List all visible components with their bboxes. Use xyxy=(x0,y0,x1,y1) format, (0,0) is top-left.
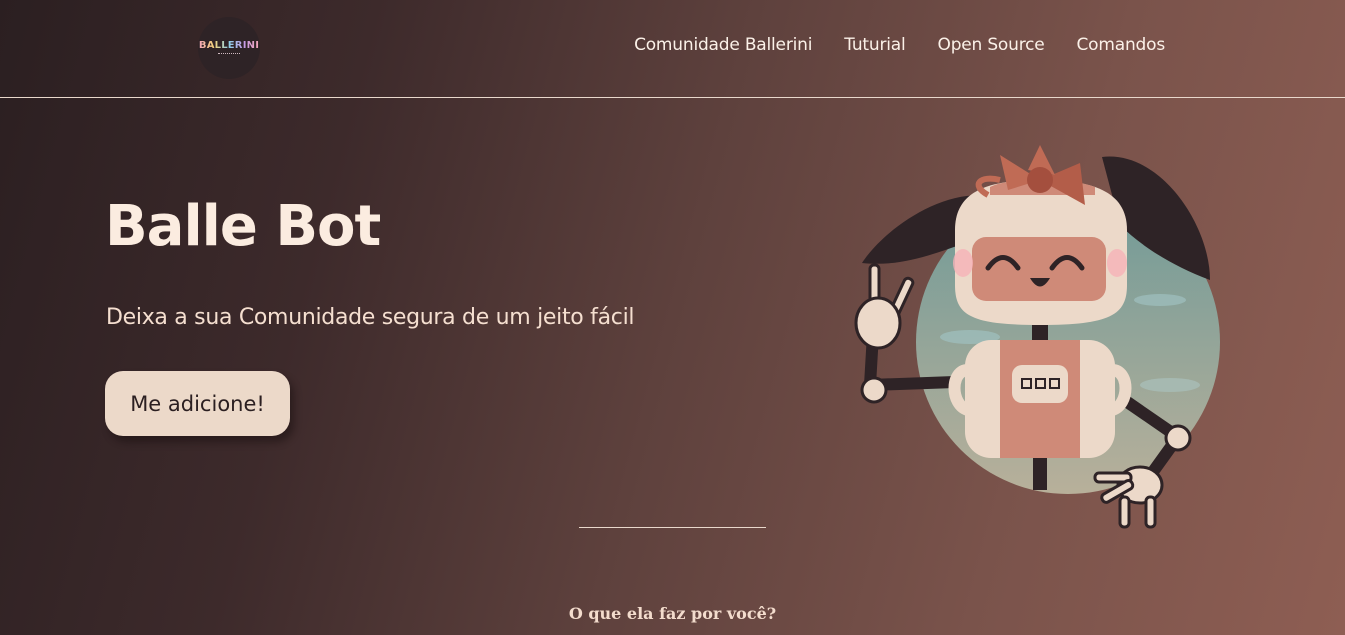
main-nav: Comunidade Ballerini Tuturial Open Sourc… xyxy=(634,35,1165,55)
add-bot-button[interactable]: Me adicione! xyxy=(105,371,290,436)
hero-title: Balle Bot xyxy=(105,194,381,259)
logo-text: BALLERINI xyxy=(198,40,260,51)
section-heading: O que ela faz por você? xyxy=(568,604,777,623)
section-divider xyxy=(579,527,766,528)
nav-link-tutorial[interactable]: Tuturial xyxy=(844,35,905,55)
top-navbar: BALLERINI Comunidade Ballerini Tuturial … xyxy=(0,0,1345,98)
nav-link-comunidade[interactable]: Comunidade Ballerini xyxy=(634,35,812,55)
robot-girl-illustration xyxy=(854,145,1220,529)
nav-link-open-source[interactable]: Open Source xyxy=(938,35,1045,55)
ballerini-logo[interactable]: BALLERINI xyxy=(198,17,260,79)
logo-decoration xyxy=(218,53,240,56)
hero-subtitle: Deixa a sua Comunidade segura de um jeit… xyxy=(106,305,635,330)
nav-link-comandos[interactable]: Comandos xyxy=(1077,35,1166,55)
